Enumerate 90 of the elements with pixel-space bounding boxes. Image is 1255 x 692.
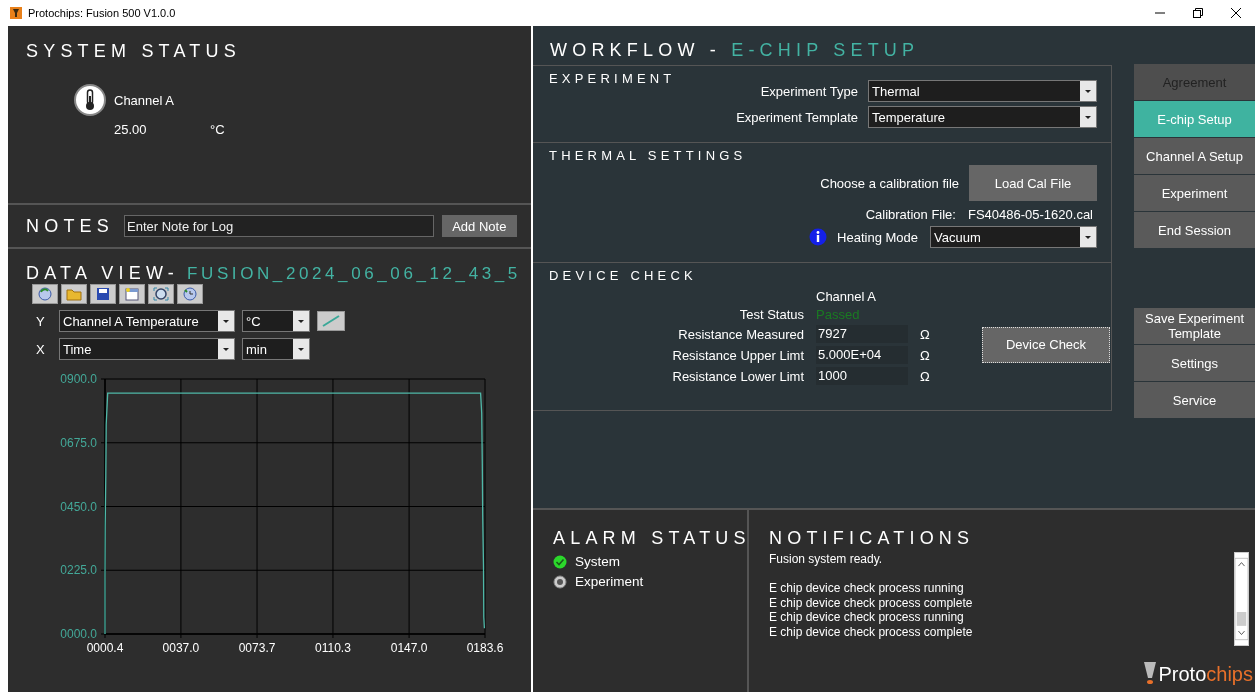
line-icon <box>321 315 341 327</box>
notification-message: Fusion system ready. <box>769 552 884 567</box>
axis-label: X <box>36 341 46 357</box>
value-field: 7927 <box>816 325 908 343</box>
workflow-step-tab[interactable]: Channel A Setup <box>1134 138 1255 174</box>
unit-label: Ω <box>920 326 931 342</box>
workflow-step-tab[interactable]: Experiment <box>1134 175 1255 211</box>
unit-label: Ω <box>920 347 931 363</box>
x-tick-label: 0037.0 <box>162 641 200 655</box>
field-label: Resistance Upper Limt <box>671 347 804 363</box>
panel-title: WORKFLOW - <box>550 40 722 60</box>
caret-icon <box>293 311 309 331</box>
channel-name: Channel A <box>114 92 175 108</box>
dropdown[interactable]: Temperature <box>868 106 1097 128</box>
history-icon[interactable] <box>177 284 203 304</box>
load-cal-file-button[interactable]: Load Cal File <box>969 165 1097 201</box>
caret-icon <box>1080 81 1096 101</box>
dropdown[interactable]: Vacuum <box>930 226 1097 248</box>
dropdown[interactable]: Thermal <box>868 80 1097 102</box>
window-title: Protochips: Fusion 500 V1.0.0 <box>28 7 177 19</box>
notification-message: E chip device check process complete <box>769 624 974 639</box>
y-tick-label: 0900.0 <box>60 372 97 386</box>
field-label: Resistance Measured <box>677 326 804 342</box>
panel-title: ALARM STATUS <box>553 528 747 549</box>
field-label: Test Status <box>738 307 804 322</box>
field-label: Calibration File: <box>865 207 956 222</box>
value-field: 5.000E+04 <box>816 346 908 364</box>
unit-label: Ω <box>920 368 931 384</box>
menu-button[interactable]: Service <box>1134 382 1255 418</box>
axis-label: Y <box>36 313 46 329</box>
x-tick-label: 0073.7 <box>238 641 276 655</box>
panel-title: NOTES <box>26 215 114 237</box>
caret-icon <box>1080 227 1096 247</box>
panel-title: DATA VIEW- <box>26 263 179 283</box>
x-tick-label: 0000.4 <box>86 641 124 655</box>
notification-message: E chip device check process complete <box>769 595 974 610</box>
alarm-label: System <box>575 554 620 569</box>
section-title: THERMAL SETTINGS <box>549 148 748 163</box>
restore-icon[interactable] <box>1193 8 1203 18</box>
file-name: FS40486-05-1620.cal <box>967 207 1093 222</box>
step-title: E-CHIP SETUP <box>731 40 920 60</box>
save-icon[interactable] <box>90 284 116 304</box>
x-tick-label: 0147.0 <box>390 641 428 655</box>
notification-message: E chip device check process running <box>769 610 965 625</box>
unit-dropdown[interactable]: min <box>242 338 310 360</box>
panel-title: NOTIFICATIONS <box>769 528 976 549</box>
thermometer-icon <box>74 84 106 116</box>
add-note-button[interactable]: Add Note <box>441 215 517 237</box>
app-icon <box>10 7 22 19</box>
y-tick-label: 0675.0 <box>60 435 97 450</box>
field-label: Experiment Template <box>736 109 858 125</box>
caret-icon <box>218 339 234 359</box>
field-label: Heating Mode <box>837 229 918 245</box>
caret-icon <box>1080 107 1096 127</box>
info-icon[interactable] <box>809 228 828 246</box>
menu-button[interactable]: Save Experiment Template <box>1134 308 1255 344</box>
quantity-dropdown[interactable]: Channel A Temperature <box>59 310 235 332</box>
prompt-label: Choose a calibration file <box>820 175 959 191</box>
note-field[interactable]: Enter Note for Log <box>124 215 434 237</box>
x-tick-label: 0110.3 <box>315 641 351 655</box>
notification-message: E chip device check process running <box>769 581 965 596</box>
panel-title: SYSTEM STATUS <box>26 41 242 62</box>
zoom-icon[interactable] <box>148 284 174 304</box>
file-name: FUSION_2024_06_06_12_43_5 <box>187 264 521 283</box>
caret-icon <box>218 311 234 331</box>
field-label: Experiment Type <box>760 83 858 99</box>
close-icon[interactable] <box>1231 8 1241 18</box>
temperature-value: 25.00 <box>114 122 148 137</box>
caret-icon <box>293 339 309 359</box>
value-field: 1000 <box>816 367 908 385</box>
workflow-step-tab[interactable]: End Session <box>1134 212 1255 248</box>
channel-name: Channel A <box>816 289 877 304</box>
x-tick-label: 0183.6 <box>466 641 504 655</box>
y-tick-label: 0000.0 <box>60 627 97 641</box>
device-check-button[interactable]: Device Check <box>982 326 1110 363</box>
logo-icon <box>1143 660 1158 686</box>
field-label: Resistance Lower Limt <box>671 368 804 384</box>
test-status: Passed <box>816 307 861 322</box>
logo-text: Protochips <box>1158 663 1253 686</box>
refresh-icon[interactable] <box>32 284 58 304</box>
quantity-dropdown[interactable]: Time <box>59 338 235 360</box>
y-tick-label: 0450.0 <box>60 499 97 514</box>
unit-label: °C <box>210 122 226 137</box>
section-title: DEVICE CHECK <box>549 268 698 283</box>
alarm-label: Experiment <box>575 574 644 589</box>
scrollbar[interactable] <box>1234 552 1249 646</box>
unit-dropdown[interactable]: °C <box>242 310 310 332</box>
section-title: EXPERIMENT <box>549 71 677 86</box>
menu-button[interactable]: Settings <box>1134 345 1255 381</box>
y-tick-label: 0225.0 <box>60 563 97 578</box>
